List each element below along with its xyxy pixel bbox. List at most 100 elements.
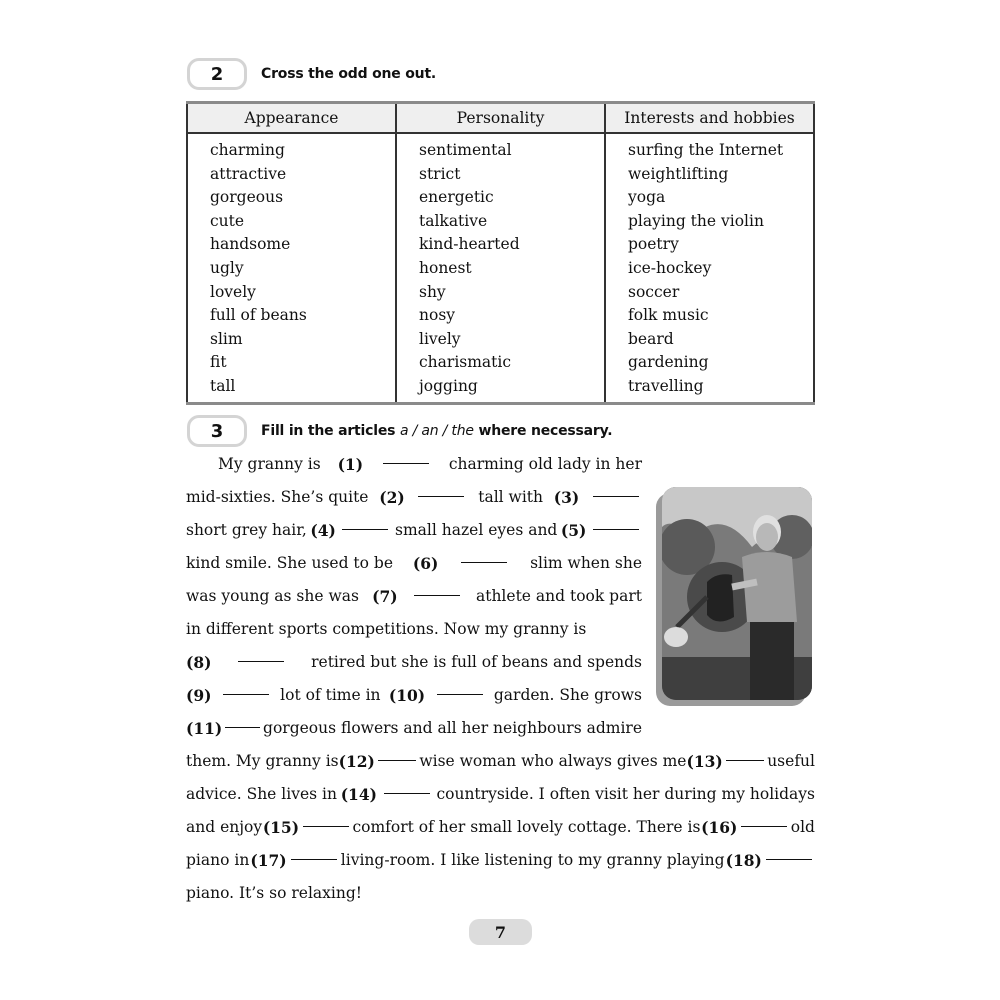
text-line: in different sports competitions. Now my… [186,613,642,646]
article-blank[interactable] [725,745,765,761]
table-word[interactable]: sentimental [419,139,604,163]
article-blank[interactable] [225,712,261,728]
table-word[interactable]: honest [419,257,604,281]
text-fragment: in different sports competitions. Now my… [186,620,587,638]
text-fragment: piano. It’s so relaxing! [186,884,363,902]
blank-number: (6) [412,554,439,573]
page-number: 7 [469,919,532,945]
text-fragment: small hazel eyes and [395,521,558,539]
article-blank[interactable] [382,448,429,464]
text-line: was young as she was (7) athlete and too… [186,580,642,613]
table-word[interactable]: strict [419,163,604,187]
table-word[interactable]: lovely [210,281,395,305]
exercise-3-header: 3 Fill in the articles a / an / the wher… [187,415,613,447]
text-fragment: lot of time in [280,686,381,704]
text-fragment: mid-sixties. She’s quite [186,488,369,506]
table-word[interactable]: slim [210,328,395,352]
table-word[interactable]: full of beans [210,304,395,328]
exercise-number-badge: 3 [187,415,247,447]
table-word[interactable]: folk music [628,304,813,328]
article-blank[interactable] [741,811,788,827]
blank-number: (4) [310,521,336,540]
exercise-number-badge: 2 [187,58,247,90]
text-line: advice. She lives in (14) countryside. I… [186,778,815,811]
article-blank[interactable] [342,514,389,530]
article-blank[interactable] [436,679,483,695]
text-line: (11) gorgeous flowers and all her neighbo… [186,712,642,745]
article-blank[interactable] [238,646,285,662]
table-word[interactable]: charming [210,139,395,163]
instruction-text-end: where necessary. [473,423,613,439]
text-fragment: athlete and took part [475,587,642,605]
table-word[interactable]: beard [628,328,813,352]
blank-number: (1) [337,455,364,474]
exercise-3-instruction: Fill in the articles a / an / the where … [261,423,613,439]
text-fragment: countryside. I often visit her during my… [436,785,815,803]
column-interests: surfing the Internet weightlifting yoga pla… [605,133,814,403]
article-blank[interactable] [461,547,508,563]
text-line: My granny is (1) charming old lady in he… [186,448,642,481]
text-fragment: them. My granny is [186,752,339,770]
table-word[interactable]: playing the violin [628,210,813,234]
table-word[interactable]: travelling [628,375,813,399]
text-fragment: advice. She lives in [186,785,337,803]
table-word[interactable]: jogging [419,375,604,399]
text-fragment: and enjoy [186,818,263,836]
text-fragment: piano in [186,851,250,869]
article-blank[interactable] [290,844,337,860]
table-word[interactable]: lively [419,328,604,352]
article-blank[interactable] [413,580,460,596]
blank-number: (15) [262,818,300,837]
text-fragment: useful [767,752,815,770]
article-blank[interactable] [383,778,430,794]
blank-number: (8) [186,653,212,672]
table-word[interactable]: energetic [419,186,604,210]
text-fragment: living-room. I like listening to my gran… [340,851,725,869]
article-blank[interactable] [592,481,639,497]
table-word[interactable]: cute [210,210,395,234]
text-line: kind smile. She used to be (6) slim when… [186,547,642,580]
article-blank[interactable] [377,745,417,761]
text-line: piano in (17) living-room. I like listen… [186,844,815,877]
table-word[interactable]: talkative [419,210,604,234]
text-fragment: My granny is [218,455,321,473]
blank-number: (10) [388,686,426,705]
table-word[interactable]: handsome [210,233,395,257]
article-blank[interactable] [592,514,639,530]
blank-number: (14) [340,785,377,804]
table-word[interactable]: shy [419,281,604,305]
table-word[interactable]: weightlifting [628,163,813,187]
column-header-interests: Interests and hobbies [605,102,814,134]
column-appearance: charming attractive gorgeous cute handsome ug… [187,133,397,404]
table-word[interactable]: gorgeous [210,186,395,210]
text-fragment: short grey hair, [186,521,307,539]
table-word[interactable]: yoga [628,186,813,210]
column-personality: sentimental strict energetic talkative kind-… [396,133,606,404]
text-fragment: retired but she is full of beans and spe… [311,653,642,671]
blank-number: (13) [686,752,723,771]
column-header-appearance: Appearance [187,102,397,134]
article-blank[interactable] [765,844,812,860]
exercise-2-header: 2 Cross the odd one out. [187,58,436,90]
table-word[interactable]: surfing the Internet [628,139,813,163]
table-word[interactable]: soccer [628,281,813,305]
article-blank[interactable] [302,811,349,827]
exercise-2-instruction: Cross the odd one out. [261,66,437,82]
text-fragment: was young as she was [186,587,359,605]
granny-gardening-photo [662,487,812,700]
table-word[interactable]: nosy [419,304,604,328]
table-word[interactable]: poetry [628,233,813,257]
table-word[interactable]: kind-hearted [419,233,604,257]
table-word[interactable]: ice-hockey [628,257,813,281]
table-word[interactable]: gardening [628,351,813,375]
table-word[interactable]: charismatic [419,351,604,375]
text-fragment: old [790,818,815,836]
text-line: (9) lot of time in (10) garden. She grow… [186,679,642,712]
table-word[interactable]: attractive [210,163,395,187]
article-blank[interactable] [222,679,269,695]
text-fragment: slim when she [530,554,642,572]
table-word[interactable]: ugly [210,257,395,281]
article-blank[interactable] [418,481,465,497]
table-word[interactable]: tall [210,375,395,399]
table-word[interactable]: fit [210,351,395,375]
